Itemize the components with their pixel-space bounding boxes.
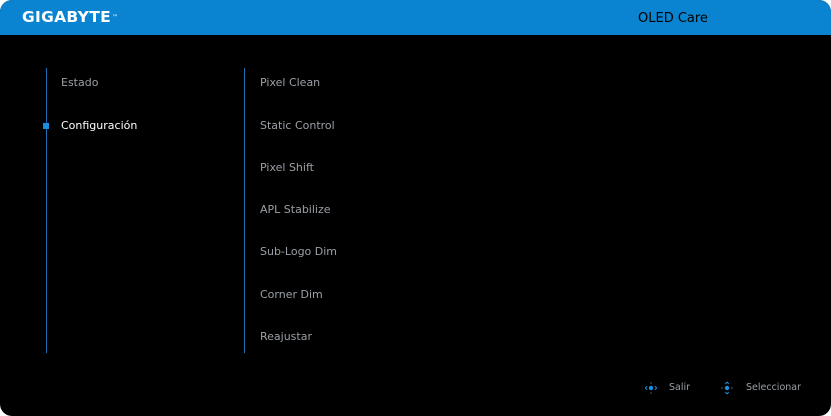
options-divider	[244, 68, 245, 353]
osd-window: GIGABYTE™ OLED Care Estado Configuración…	[0, 0, 831, 416]
brand-name: GIGABYTE	[22, 8, 111, 26]
option-static-control[interactable]: Static Control	[260, 119, 335, 133]
header-bar: GIGABYTE™ OLED Care	[0, 0, 831, 35]
option-apl-stabilize[interactable]: APL Stabilize	[260, 203, 331, 217]
hint-select: Seleccionar	[719, 380, 829, 396]
sidebar-item-configuracion[interactable]: Configuración	[61, 119, 137, 133]
option-pixel-shift[interactable]: Pixel Shift	[260, 161, 314, 175]
page-title: OLED Care	[638, 11, 708, 26]
sidebar-divider	[46, 68, 47, 353]
hint-select-label: Seleccionar	[746, 382, 802, 393]
selection-indicator-icon	[43, 123, 49, 129]
hint-exit-label: Salir	[669, 382, 691, 393]
option-sub-logo-dim[interactable]: Sub-Logo Dim	[260, 245, 337, 259]
trademark-symbol: ™	[111, 14, 119, 21]
brand-logo: GIGABYTE™	[22, 8, 118, 27]
sidebar-item-estado[interactable]: Estado	[61, 76, 98, 90]
option-corner-dim[interactable]: Corner Dim	[260, 288, 323, 302]
joystick-left-right-icon	[644, 382, 658, 394]
option-pixel-clean[interactable]: Pixel Clean	[260, 76, 320, 90]
option-reajustar[interactable]: Reajustar	[260, 330, 312, 344]
joystick-up-down-icon	[721, 381, 733, 395]
hint-exit: Salir	[643, 380, 703, 396]
